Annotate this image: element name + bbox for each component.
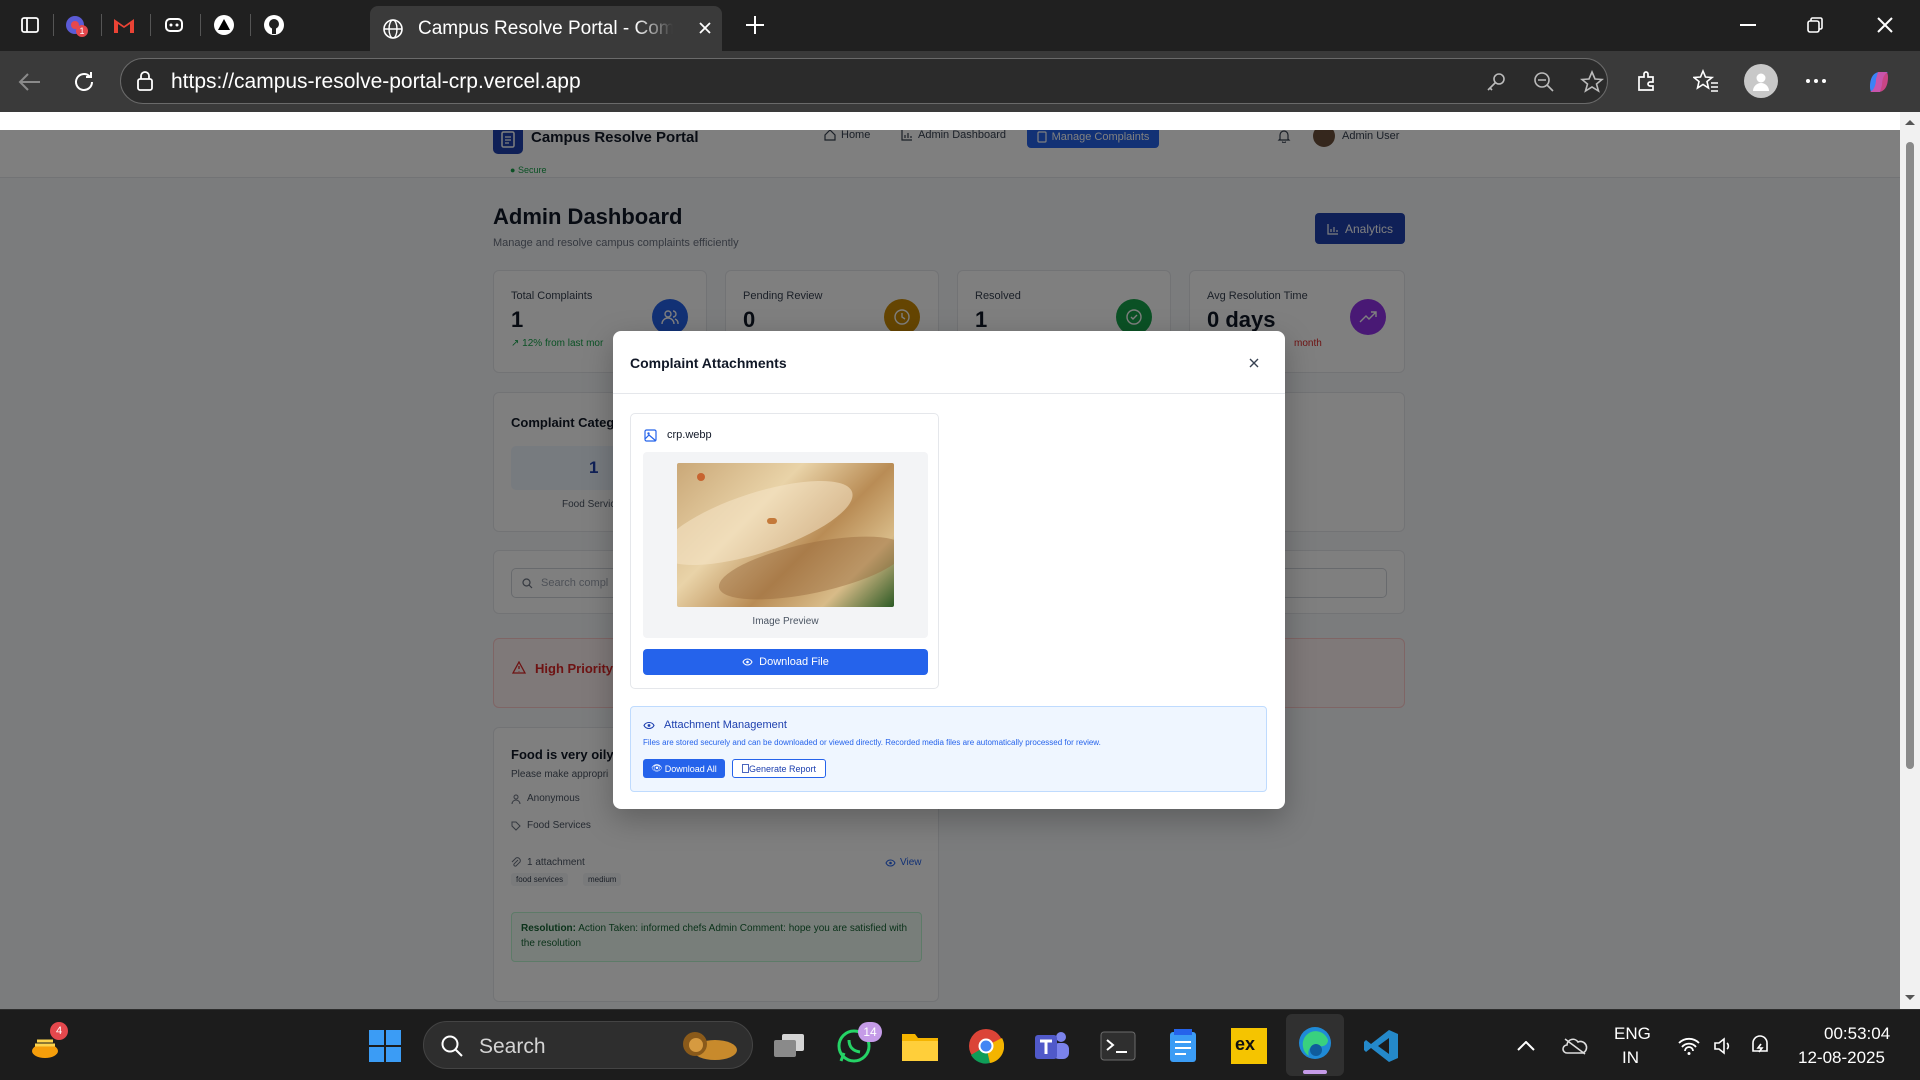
triangle-app-icon[interactable] <box>207 9 241 41</box>
windows-taskbar: 4 Search 14 ex ENG IN 00:53:04 12-08-202… <box>0 1009 1920 1080</box>
widgets-badge: 4 <box>50 1022 68 1040</box>
attachments-modal: Complaint Attachments crp.webp Image Pre… <box>613 331 1285 809</box>
key-icon[interactable] <box>1483 69 1509 95</box>
address-bar[interactable]: https://campus-resolve-portal-crp.vercel… <box>120 58 1608 104</box>
browser-toolbar: https://campus-resolve-portal-crp.vercel… <box>0 51 1920 112</box>
generate-report-label: Generate Report <box>748 763 817 774</box>
new-tab-icon[interactable] <box>740 10 770 40</box>
download-all-icon: 👁 <box>651 763 663 773</box>
management-description: Files are stored securely and can be dow… <box>643 738 1101 747</box>
generate-report-button[interactable]: Generate Report <box>732 759 826 778</box>
url-text: https://campus-resolve-portal-crp.vercel… <box>171 70 581 93</box>
scroll-down-arrow-icon[interactable] <box>1904 994 1916 1002</box>
report-icon <box>742 764 749 773</box>
clock-date[interactable]: 12-08-2025 <box>1798 1048 1885 1068</box>
tab-separator <box>53 14 54 36</box>
copilot-icon[interactable] <box>1862 65 1896 99</box>
eye-icon <box>643 721 655 730</box>
chrome-icon[interactable] <box>966 1026 1006 1066</box>
image-detail <box>767 518 777 524</box>
modal-divider <box>613 393 1285 394</box>
scroll-up-arrow-icon[interactable] <box>1904 118 1916 126</box>
modal-title: Complaint Attachments <box>630 355 787 371</box>
lion-search-highlight-icon <box>679 1028 741 1064</box>
gmail-icon[interactable] <box>107 9 141 41</box>
minimize-icon[interactable] <box>1733 10 1763 40</box>
clock-time[interactable]: 00:53:04 <box>1824 1024 1890 1044</box>
lock-icon[interactable] <box>135 71 155 91</box>
attachment-management-panel: Attachment Management Files are stored s… <box>630 706 1267 792</box>
preview-area: Image Preview <box>643 452 928 638</box>
language-code[interactable]: ENG <box>1614 1024 1651 1044</box>
edge-icon <box>1299 1027 1331 1059</box>
back-arrow-icon[interactable] <box>14 66 46 98</box>
notepad-icon[interactable] <box>1163 1026 1203 1066</box>
download-file-label: Download File <box>759 656 829 668</box>
terminal-icon[interactable] <box>1098 1026 1138 1066</box>
web-page: Campus Resolve Portal ● Secure Home Admi… <box>0 112 1900 1009</box>
active-indicator <box>1303 1070 1327 1074</box>
file-name: crp.webp <box>667 429 712 441</box>
tab-separator <box>200 14 201 36</box>
onedrive-offline-icon[interactable] <box>1555 1026 1595 1066</box>
image-detail <box>697 473 705 481</box>
image-file-icon <box>644 429 657 442</box>
taskbar-search-box[interactable]: Search <box>423 1021 753 1069</box>
close-tab-icon[interactable] <box>698 21 712 35</box>
github-icon[interactable] <box>257 9 291 41</box>
favorite-star-icon[interactable] <box>1579 69 1605 95</box>
download-all-button[interactable]: 👁 Download All <box>643 759 725 778</box>
tab-badge: 1 <box>76 25 88 37</box>
search-icon <box>441 1035 463 1057</box>
whatsapp-badge: 14 <box>858 1022 882 1042</box>
tab-title: Campus Resolve Portal - Complet <box>418 17 673 39</box>
tab-actions-icon[interactable] <box>13 9 47 41</box>
wifi-icon[interactable] <box>1669 1026 1709 1066</box>
profile-avatar-icon[interactable] <box>1744 64 1778 98</box>
zoom-out-icon[interactable] <box>1531 69 1557 95</box>
whatsapp-icon[interactable]: 14 <box>834 1022 882 1066</box>
show-hidden-icons-chevron-icon[interactable] <box>1506 1026 1546 1066</box>
scrollbar-thumb[interactable] <box>1906 142 1914 769</box>
tab-campus-resolve[interactable]: Campus Resolve Portal - Complet <box>370 6 722 51</box>
more-menu-icon[interactable] <box>1800 65 1832 97</box>
close-window-icon[interactable] <box>1870 10 1900 40</box>
start-button-icon[interactable] <box>365 1026 405 1066</box>
tab-separator <box>101 14 102 36</box>
browser-tab-bar: 1 Campus Resolve Portal - Complet <box>0 0 1920 51</box>
download-all-label: Download All <box>664 763 717 774</box>
close-modal-icon[interactable] <box>1245 354 1263 372</box>
task-view-icon[interactable] <box>769 1026 809 1066</box>
widgets-icon[interactable]: 4 <box>26 1022 68 1066</box>
vscode-icon[interactable] <box>1361 1026 1401 1066</box>
download-file-button[interactable]: Download File <box>643 649 928 675</box>
page-scrollbar[interactable] <box>1900 112 1920 1009</box>
teams-icon[interactable] <box>1032 1026 1072 1066</box>
file-explorer-icon[interactable] <box>900 1026 940 1066</box>
volume-icon[interactable] <box>1704 1026 1744 1066</box>
management-title: Attachment Management <box>664 719 787 731</box>
battery-charging-icon[interactable] <box>1740 1026 1780 1066</box>
pinned-tab-app-icon[interactable]: 1 <box>58 9 92 41</box>
svg-text:ex: ex <box>1235 1034 1255 1054</box>
globe-icon <box>383 18 403 39</box>
copilot-app-icon[interactable] <box>157 9 191 41</box>
extensions-icon[interactable] <box>1631 65 1663 97</box>
refresh-icon[interactable] <box>68 66 100 98</box>
tab-separator <box>250 14 251 36</box>
restore-icon[interactable] <box>1800 10 1830 40</box>
attachment-card: crp.webp Image Preview Download File <box>630 413 939 689</box>
tab-separator <box>150 14 151 36</box>
preview-caption: Image Preview <box>752 616 819 627</box>
excalidraw-icon[interactable]: ex <box>1229 1026 1269 1066</box>
favorites-icon[interactable] <box>1690 65 1722 97</box>
taskbar-search-placeholder: Search <box>479 1035 546 1058</box>
eye-icon <box>742 658 753 666</box>
edge-taskbar-active[interactable] <box>1286 1014 1344 1076</box>
page-top-strip <box>0 112 1900 130</box>
food-image-preview[interactable] <box>677 463 894 607</box>
language-region[interactable]: IN <box>1622 1048 1639 1068</box>
